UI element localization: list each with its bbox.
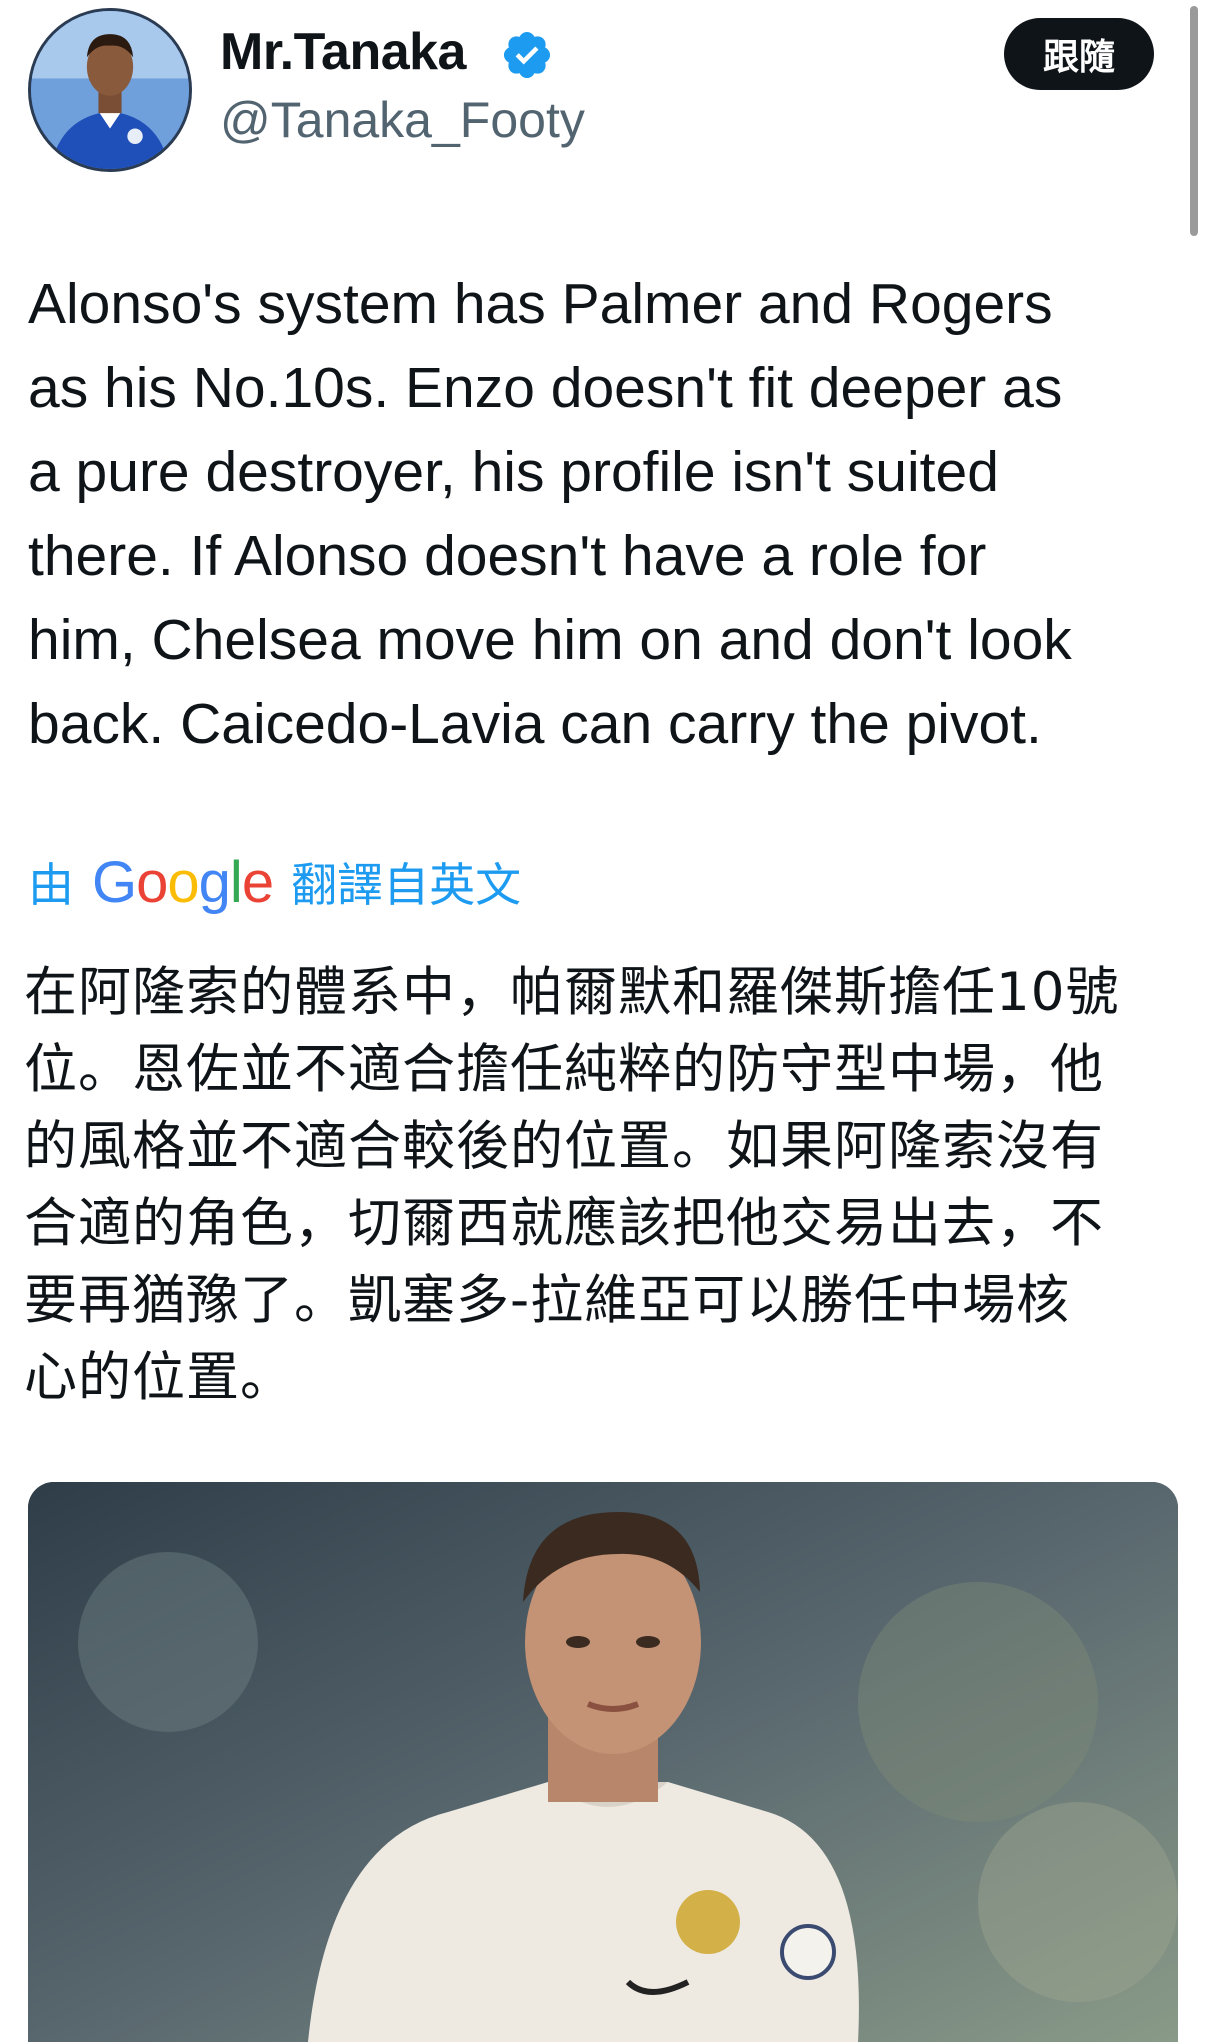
author-handle[interactable]: @Tanaka_Footy: [220, 88, 585, 152]
translation-prefix: 由: [28, 858, 74, 912]
follow-button[interactable]: 跟隨: [1004, 18, 1154, 90]
translation-attribution[interactable]: 由 Google 翻譯自英文: [28, 842, 521, 922]
tweet-media-image[interactable]: [28, 1482, 1178, 2042]
scrollbar[interactable]: [1190, 6, 1198, 236]
translated-text: 在阿隆索的體系中，帕爾默和羅傑斯擔任10號 位。恩佐並不適合擔任純粹的防守型中場…: [24, 962, 1120, 1408]
tweet-body-text: Alonso's system has Palmer and Rogers as…: [28, 272, 1072, 756]
author-avatar[interactable]: [28, 8, 192, 172]
google-logo: Google: [92, 849, 274, 915]
translation-suffix: 翻譯自英文: [291, 858, 522, 912]
avatar-image: [31, 11, 189, 169]
player-photo: [28, 1482, 1178, 2042]
verified-badge-icon: [503, 31, 551, 79]
tweet-header: Mr.Tanaka @Tanaka_Footy 跟隨: [0, 0, 1206, 236]
author-display-name[interactable]: Mr.Tanaka: [220, 20, 466, 84]
